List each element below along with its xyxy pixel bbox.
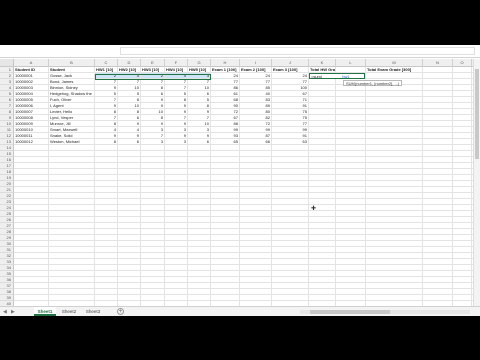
prev-sheet-icon[interactable]: ◀ (3, 309, 7, 315)
column-header[interactable]: D (118, 59, 141, 67)
column-header[interactable]: H (211, 59, 240, 67)
horizontal-scrollbar[interactable] (300, 310, 470, 314)
function-tooltip: SUM(number1, [number2], ...) (343, 80, 403, 86)
add-sheet-icon[interactable]: + (117, 308, 124, 315)
plus-cursor-icon: ✚ (311, 206, 317, 212)
horizontal-scroll-thumb[interactable] (310, 310, 390, 314)
column-header[interactable]: B (49, 59, 95, 67)
column-header[interactable]: I (240, 59, 272, 67)
formula-bar (0, 45, 480, 58)
column-header[interactable]: N (423, 59, 453, 67)
formula-input[interactable] (120, 47, 475, 55)
column-header[interactable]: E (141, 59, 165, 67)
column-header[interactable]: K (309, 59, 336, 67)
column-header[interactable]: L (336, 59, 366, 67)
tab-sheet3[interactable]: Sheet3 (82, 307, 104, 316)
column-header[interactable]: O (453, 59, 472, 67)
column-header[interactable]: C (95, 59, 118, 67)
select-all-corner[interactable] (0, 59, 14, 67)
column-header[interactable]: A (14, 59, 49, 67)
column-header[interactable]: G (188, 59, 211, 67)
vertical-scrollbar[interactable] (473, 59, 480, 306)
spreadsheet-window: ABCDEFGHIJKLMNOP123456789101112131415161… (0, 45, 480, 316)
formula-reference: hw1 (342, 74, 350, 79)
vertical-scroll-thumb[interactable] (475, 69, 479, 159)
active-edit-cell[interactable]: =sum( hw1 (309, 73, 365, 79)
tab-sheet2[interactable]: Sheet2 (58, 307, 80, 316)
column-header[interactable]: F (165, 59, 188, 67)
tab-sheet1[interactable]: Sheet1 (34, 307, 56, 316)
next-sheet-icon[interactable]: ▶ (11, 309, 15, 315)
column-header[interactable]: M (366, 59, 423, 67)
column-header[interactable]: J (272, 59, 309, 67)
sheet-tab-bar: ◀ ▶ Sheet1 Sheet2 Sheet3 + (0, 306, 480, 316)
worksheet-grid[interactable]: ABCDEFGHIJKLMNOP123456789101112131415161… (0, 59, 480, 307)
formula-text: =sum( (311, 74, 323, 79)
